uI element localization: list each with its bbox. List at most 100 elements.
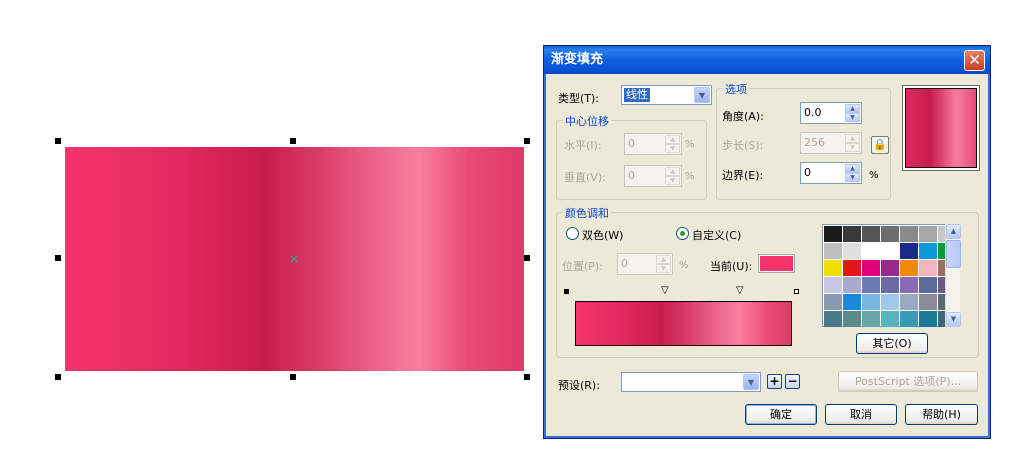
color-palette[interactable]: [822, 224, 959, 327]
palette-swatch[interactable]: [824, 277, 842, 293]
spin-down-icon[interactable]: ▼: [665, 144, 680, 153]
type-select[interactable]: 线性 ▼: [621, 85, 712, 105]
ok-button[interactable]: 确定: [745, 404, 817, 425]
custom-label: 自定义(C): [692, 229, 742, 242]
blend-stop-marker[interactable]: ▽: [661, 286, 669, 296]
blend-start-marker[interactable]: [564, 289, 569, 294]
dialog-titlebar[interactable]: 渐变填充: [544, 46, 990, 74]
chevron-down-icon[interactable]: ▼: [743, 374, 759, 390]
palette-swatch[interactable]: [862, 243, 880, 259]
color-blend-bar[interactable]: [575, 301, 792, 346]
help-button[interactable]: 帮助(H): [905, 404, 978, 425]
palette-swatch[interactable]: [900, 311, 918, 327]
palette-swatch[interactable]: [881, 226, 899, 242]
current-color-swatch[interactable]: [758, 254, 795, 273]
two-color-radio[interactable]: [566, 227, 579, 240]
palette-swatch[interactable]: [843, 294, 861, 310]
palette-swatch[interactable]: [824, 243, 842, 259]
spin-up-icon[interactable]: ▲: [665, 167, 680, 176]
palette-swatch[interactable]: [919, 226, 937, 242]
spin-up-icon[interactable]: ▲: [845, 104, 860, 113]
close-icon: ✕: [968, 51, 981, 69]
palette-swatch[interactable]: [843, 260, 861, 276]
palette-swatch[interactable]: [919, 311, 937, 327]
chevron-down-icon[interactable]: ▼: [694, 87, 710, 103]
lock-icon[interactable]: 🔒: [871, 136, 889, 154]
other-colors-button[interactable]: 其它(O): [856, 333, 928, 354]
palette-swatch[interactable]: [862, 260, 880, 276]
palette-scrollbar[interactable]: ▲ ▼: [945, 224, 961, 327]
spin-down-icon[interactable]: ▼: [656, 264, 671, 273]
palette-swatch[interactable]: [900, 226, 918, 242]
selection-handle-bottom-left[interactable]: [55, 374, 61, 380]
add-preset-button[interactable]: +: [767, 374, 782, 389]
blend-end-marker[interactable]: [794, 289, 799, 294]
horizontal-spinner[interactable]: 0 ▲ ▼: [624, 133, 682, 155]
palette-swatch[interactable]: [843, 277, 861, 293]
scroll-up-icon[interactable]: ▲: [946, 224, 961, 239]
palette-swatch[interactable]: [881, 260, 899, 276]
spin-up-icon[interactable]: ▲: [845, 134, 860, 143]
spin-down-icon[interactable]: ▼: [665, 176, 680, 185]
palette-swatch[interactable]: [881, 294, 899, 310]
spin-up-icon[interactable]: ▲: [656, 255, 671, 264]
palette-swatch[interactable]: [881, 311, 899, 327]
selection-handle-bottom-right[interactable]: [524, 374, 530, 380]
type-select-value: 线性: [624, 88, 650, 102]
scroll-down-icon[interactable]: ▼: [946, 312, 961, 327]
selection-handle-right[interactable]: [524, 255, 530, 261]
palette-swatch[interactable]: [843, 226, 861, 242]
close-button[interactable]: ✕: [964, 50, 985, 71]
palette-swatch[interactable]: [862, 226, 880, 242]
lock-glyph: 🔒: [873, 138, 887, 151]
palette-swatch[interactable]: [843, 311, 861, 327]
palette-swatch[interactable]: [862, 294, 880, 310]
palette-swatch[interactable]: [900, 294, 918, 310]
palette-swatch[interactable]: [824, 294, 842, 310]
palette-swatch[interactable]: [824, 311, 842, 327]
position-label: 位置(P):: [562, 260, 603, 273]
postscript-options-button[interactable]: PostScript 选项(P)...: [838, 371, 978, 392]
palette-swatch[interactable]: [919, 294, 937, 310]
cancel-button[interactable]: 取消: [825, 404, 897, 425]
spin-up-icon[interactable]: ▲: [845, 164, 860, 173]
selection-handle-top-left[interactable]: [55, 138, 61, 144]
edge-pad-spinner[interactable]: 0 ▲ ▼: [800, 162, 862, 184]
palette-swatch[interactable]: [843, 243, 861, 259]
palette-swatch[interactable]: [824, 260, 842, 276]
remove-preset-button[interactable]: −: [785, 374, 800, 389]
spin-down-icon[interactable]: ▼: [845, 173, 860, 182]
palette-swatch[interactable]: [862, 277, 880, 293]
dialog-title: 渐变填充: [551, 52, 604, 67]
palette-swatch[interactable]: [900, 277, 918, 293]
position-spinner[interactable]: 0 ▲ ▼: [617, 253, 673, 275]
preset-select[interactable]: ▼: [621, 372, 761, 392]
palette-swatch[interactable]: [919, 277, 937, 293]
center-offset-group: 中心位移: [556, 113, 707, 200]
color-blend-group-title: 颜色调和: [563, 205, 611, 221]
steps-spinner[interactable]: 256 ▲ ▼: [800, 132, 862, 154]
palette-swatch[interactable]: [862, 311, 880, 327]
angle-spinner[interactable]: 0.0 ▲ ▼: [800, 102, 862, 124]
palette-swatch[interactable]: [881, 243, 899, 259]
center-marker[interactable]: ×: [289, 253, 299, 265]
palette-swatch[interactable]: [919, 260, 937, 276]
selection-handle-left[interactable]: [55, 255, 61, 261]
palette-swatch[interactable]: [900, 243, 918, 259]
spin-down-icon[interactable]: ▼: [845, 113, 860, 122]
palette-swatch[interactable]: [881, 277, 899, 293]
horizontal-value: 0: [628, 137, 635, 150]
custom-radio[interactable]: [676, 227, 689, 240]
selection-handle-top[interactable]: [290, 138, 296, 144]
scroll-thumb[interactable]: [946, 240, 961, 268]
selection-handle-bottom[interactable]: [290, 374, 296, 380]
vertical-spinner[interactable]: 0 ▲ ▼: [624, 165, 682, 187]
palette-swatch[interactable]: [919, 243, 937, 259]
selection-handle-top-right[interactable]: [524, 138, 530, 144]
spin-up-icon[interactable]: ▲: [665, 135, 680, 144]
spin-down-icon[interactable]: ▼: [845, 143, 860, 152]
blend-stop-marker[interactable]: ▽: [736, 286, 744, 296]
palette-swatch[interactable]: [900, 260, 918, 276]
steps-label: 步长(S):: [722, 139, 764, 152]
palette-swatch[interactable]: [824, 226, 842, 242]
